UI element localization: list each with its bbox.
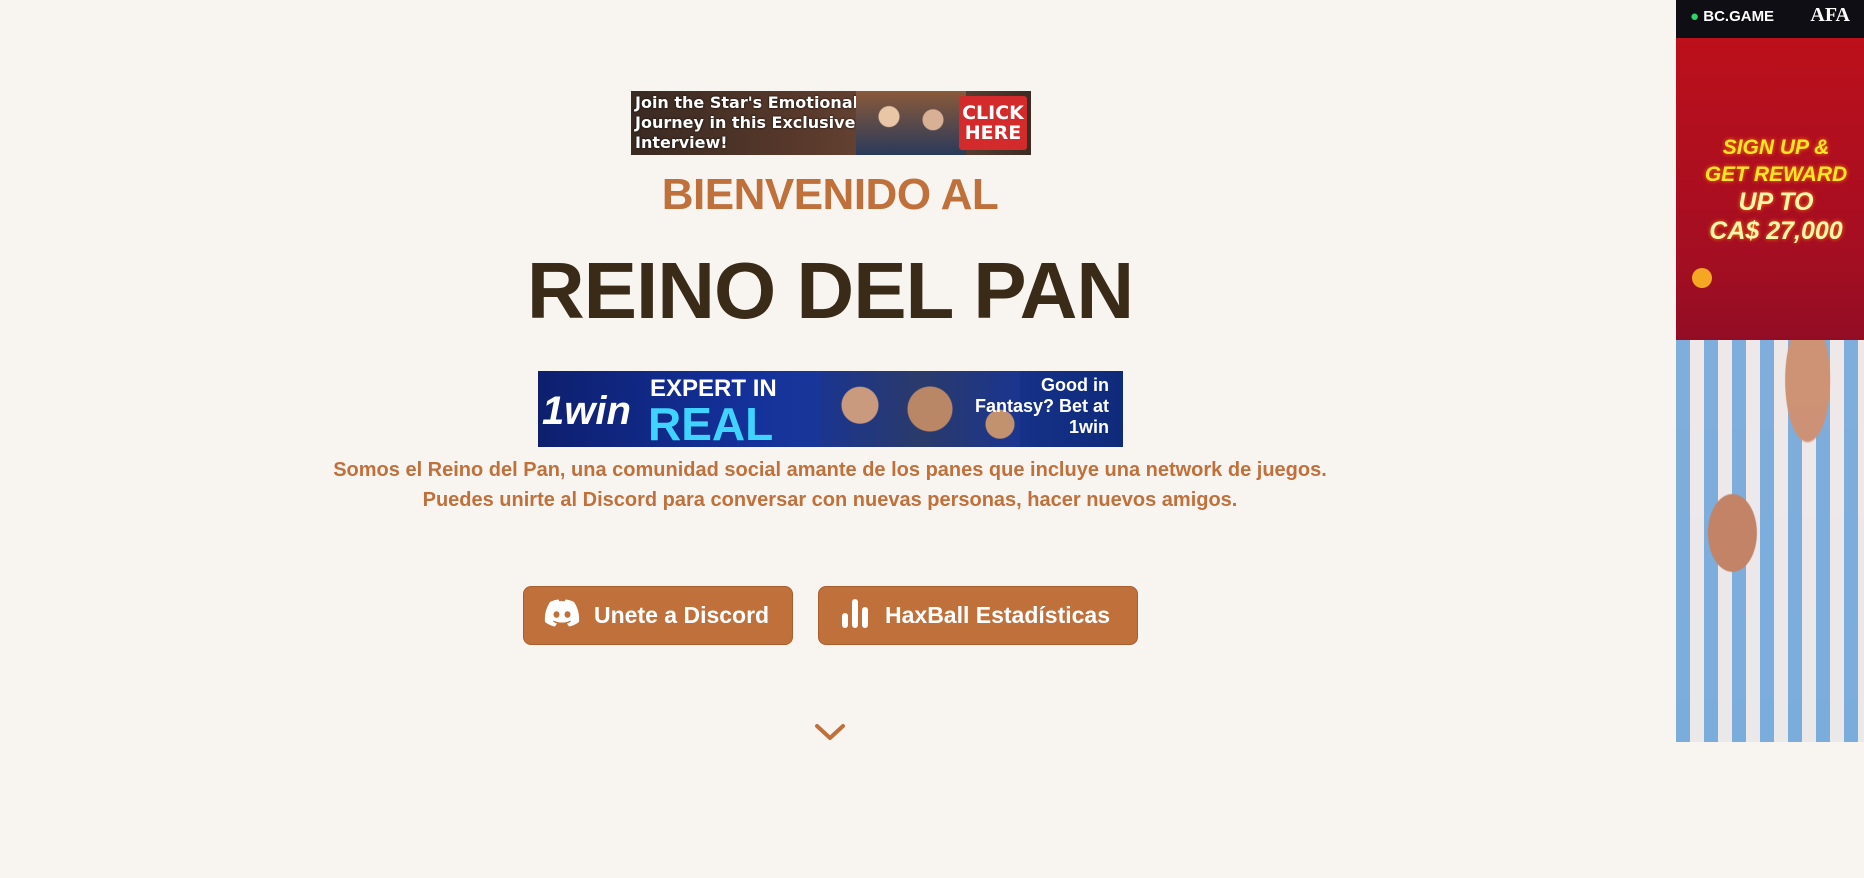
middle-banner-ad[interactable]: 1win EXPERT IN REAL Good in Fantasy? Bet… (538, 371, 1123, 447)
ad-top-image (856, 91, 966, 155)
community-description: Somos el Reino del Pan, una comunidad so… (333, 459, 1327, 511)
top-banner-ad[interactable]: Join the Star's Emotional Journey in thi… (631, 91, 1031, 155)
welcome-heading: BIENVENIDO AL (661, 170, 999, 219)
discord-icon (544, 599, 580, 633)
ad-mid-logo: 1win (542, 389, 631, 433)
main-content: Join the Star's Emotional Journey in thi… (0, 0, 1676, 878)
page-title: REINO DEL PAN (526, 246, 1134, 335)
ad-side-partner: AFA (1810, 4, 1850, 26)
chevron-down-icon[interactable] (813, 722, 847, 742)
ad-side-line3: UP TO (1738, 188, 1814, 216)
ad-mid-right-text: Good in Fantasy? Bet at 1win (974, 375, 1109, 437)
bar-chart-icon (839, 597, 871, 635)
ad-side-image (1676, 340, 1864, 742)
side-banner-ad[interactable]: ● BC.GAME AFA SIGN UP & GET REWARD UP TO… (1676, 0, 1864, 742)
ad-top-cta[interactable]: CLICK HERE (959, 96, 1027, 150)
ad-side-promo: SIGN UP & GET REWARD UP TO CA$ 27,000 (1688, 134, 1864, 246)
haxball-stats-button[interactable]: HaxBall Estadísticas (818, 586, 1138, 645)
ad-mid-line2: REAL (648, 398, 774, 447)
join-discord-label: Unete a Discord (594, 602, 770, 628)
ad-top-text: Join the Star's Emotional Journey in thi… (635, 93, 859, 152)
ad-side-line2: GET REWARD (1704, 163, 1848, 186)
ad-side-header: ● BC.GAME AFA (1676, 0, 1864, 38)
ad-side-brand: ● BC.GAME (1690, 8, 1775, 25)
ad-side-line4: CA$ 27,000 (1709, 217, 1843, 245)
join-discord-button[interactable]: Unete a Discord (523, 586, 793, 645)
ad-side-line1: SIGN UP & (1722, 136, 1830, 159)
coin-icon (1692, 268, 1712, 288)
haxball-stats-label: HaxBall Estadísticas (885, 602, 1111, 628)
